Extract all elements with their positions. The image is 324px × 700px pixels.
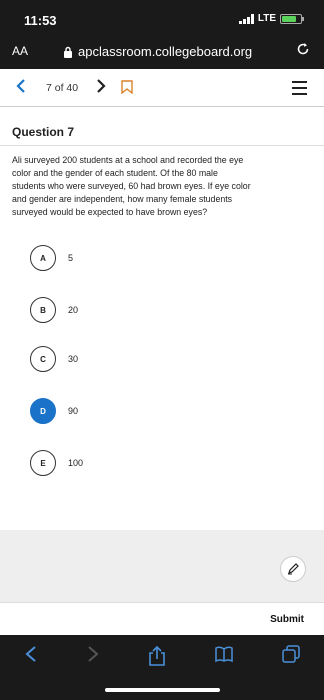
choice-letter[interactable]: A	[30, 245, 56, 271]
network-label: LTE	[257, 13, 276, 24]
reload-icon[interactable]	[296, 42, 310, 61]
pencil-icon[interactable]	[280, 556, 306, 582]
home-indicator[interactable]	[105, 688, 220, 692]
status-indicators: LTE	[238, 13, 304, 24]
chevron-left-icon[interactable]	[16, 77, 26, 98]
prompt-line: students who were surveyed, 60 had brown…	[12, 181, 251, 191]
question-nav-header: 7 of 40	[0, 69, 324, 107]
answer-choice-c[interactable]: C 30	[30, 346, 78, 372]
submit-bar: Submit	[0, 602, 324, 635]
choice-letter[interactable]: D	[30, 398, 56, 424]
prompt-line: Ali surveyed 200 students at a school an…	[12, 155, 244, 165]
choice-text: 30	[68, 354, 79, 364]
submit-button[interactable]: Submit	[270, 614, 304, 625]
question-header: Question 7	[0, 108, 324, 146]
status-bar: 11:53 LTE	[0, 0, 324, 38]
question-progress[interactable]: 7 of 40	[46, 82, 78, 94]
choice-letter[interactable]: B	[30, 297, 56, 323]
choice-letter[interactable]: E	[30, 450, 56, 476]
choice-text: 100	[68, 458, 84, 468]
signal-icon	[238, 13, 254, 24]
choice-text: 20	[68, 305, 79, 315]
question-title: Question 7	[12, 125, 75, 139]
answer-choice-e[interactable]: E 100	[30, 450, 83, 476]
choice-text: 90	[68, 406, 79, 416]
bookmarks-icon[interactable]	[214, 645, 234, 668]
forward-icon[interactable]	[86, 645, 100, 668]
hamburger-menu-icon[interactable]	[292, 81, 307, 99]
browser-address-bar: AA apclassroom.collegeboard.org	[0, 38, 324, 69]
answer-choice-a[interactable]: A 5	[30, 245, 73, 271]
share-icon[interactable]	[148, 645, 166, 672]
question-prompt: Ali surveyed 200 students at a school an…	[12, 154, 312, 219]
prompt-line: surveyed would be expected to have brown…	[12, 207, 208, 217]
back-icon[interactable]	[24, 645, 38, 668]
url-field[interactable]: apclassroom.collegeboard.org	[78, 44, 252, 59]
status-time: 11:53	[24, 13, 57, 28]
prompt-line: and gender are independent, how many fem…	[12, 194, 233, 204]
battery-icon	[280, 13, 304, 24]
choice-letter[interactable]: C	[30, 346, 56, 372]
text-size-button[interactable]: AA	[12, 44, 28, 58]
lock-icon	[63, 45, 73, 63]
annotation-area	[0, 530, 324, 602]
answer-choice-b[interactable]: B 20	[30, 297, 78, 323]
chevron-right-icon[interactable]	[96, 77, 106, 98]
choice-text: 5	[68, 253, 74, 263]
bookmark-icon[interactable]	[121, 80, 133, 99]
tabs-icon[interactable]	[282, 645, 300, 668]
prompt-line: color and the gender of each student. Of…	[12, 168, 218, 178]
answer-choice-d[interactable]: D 90	[30, 398, 78, 424]
